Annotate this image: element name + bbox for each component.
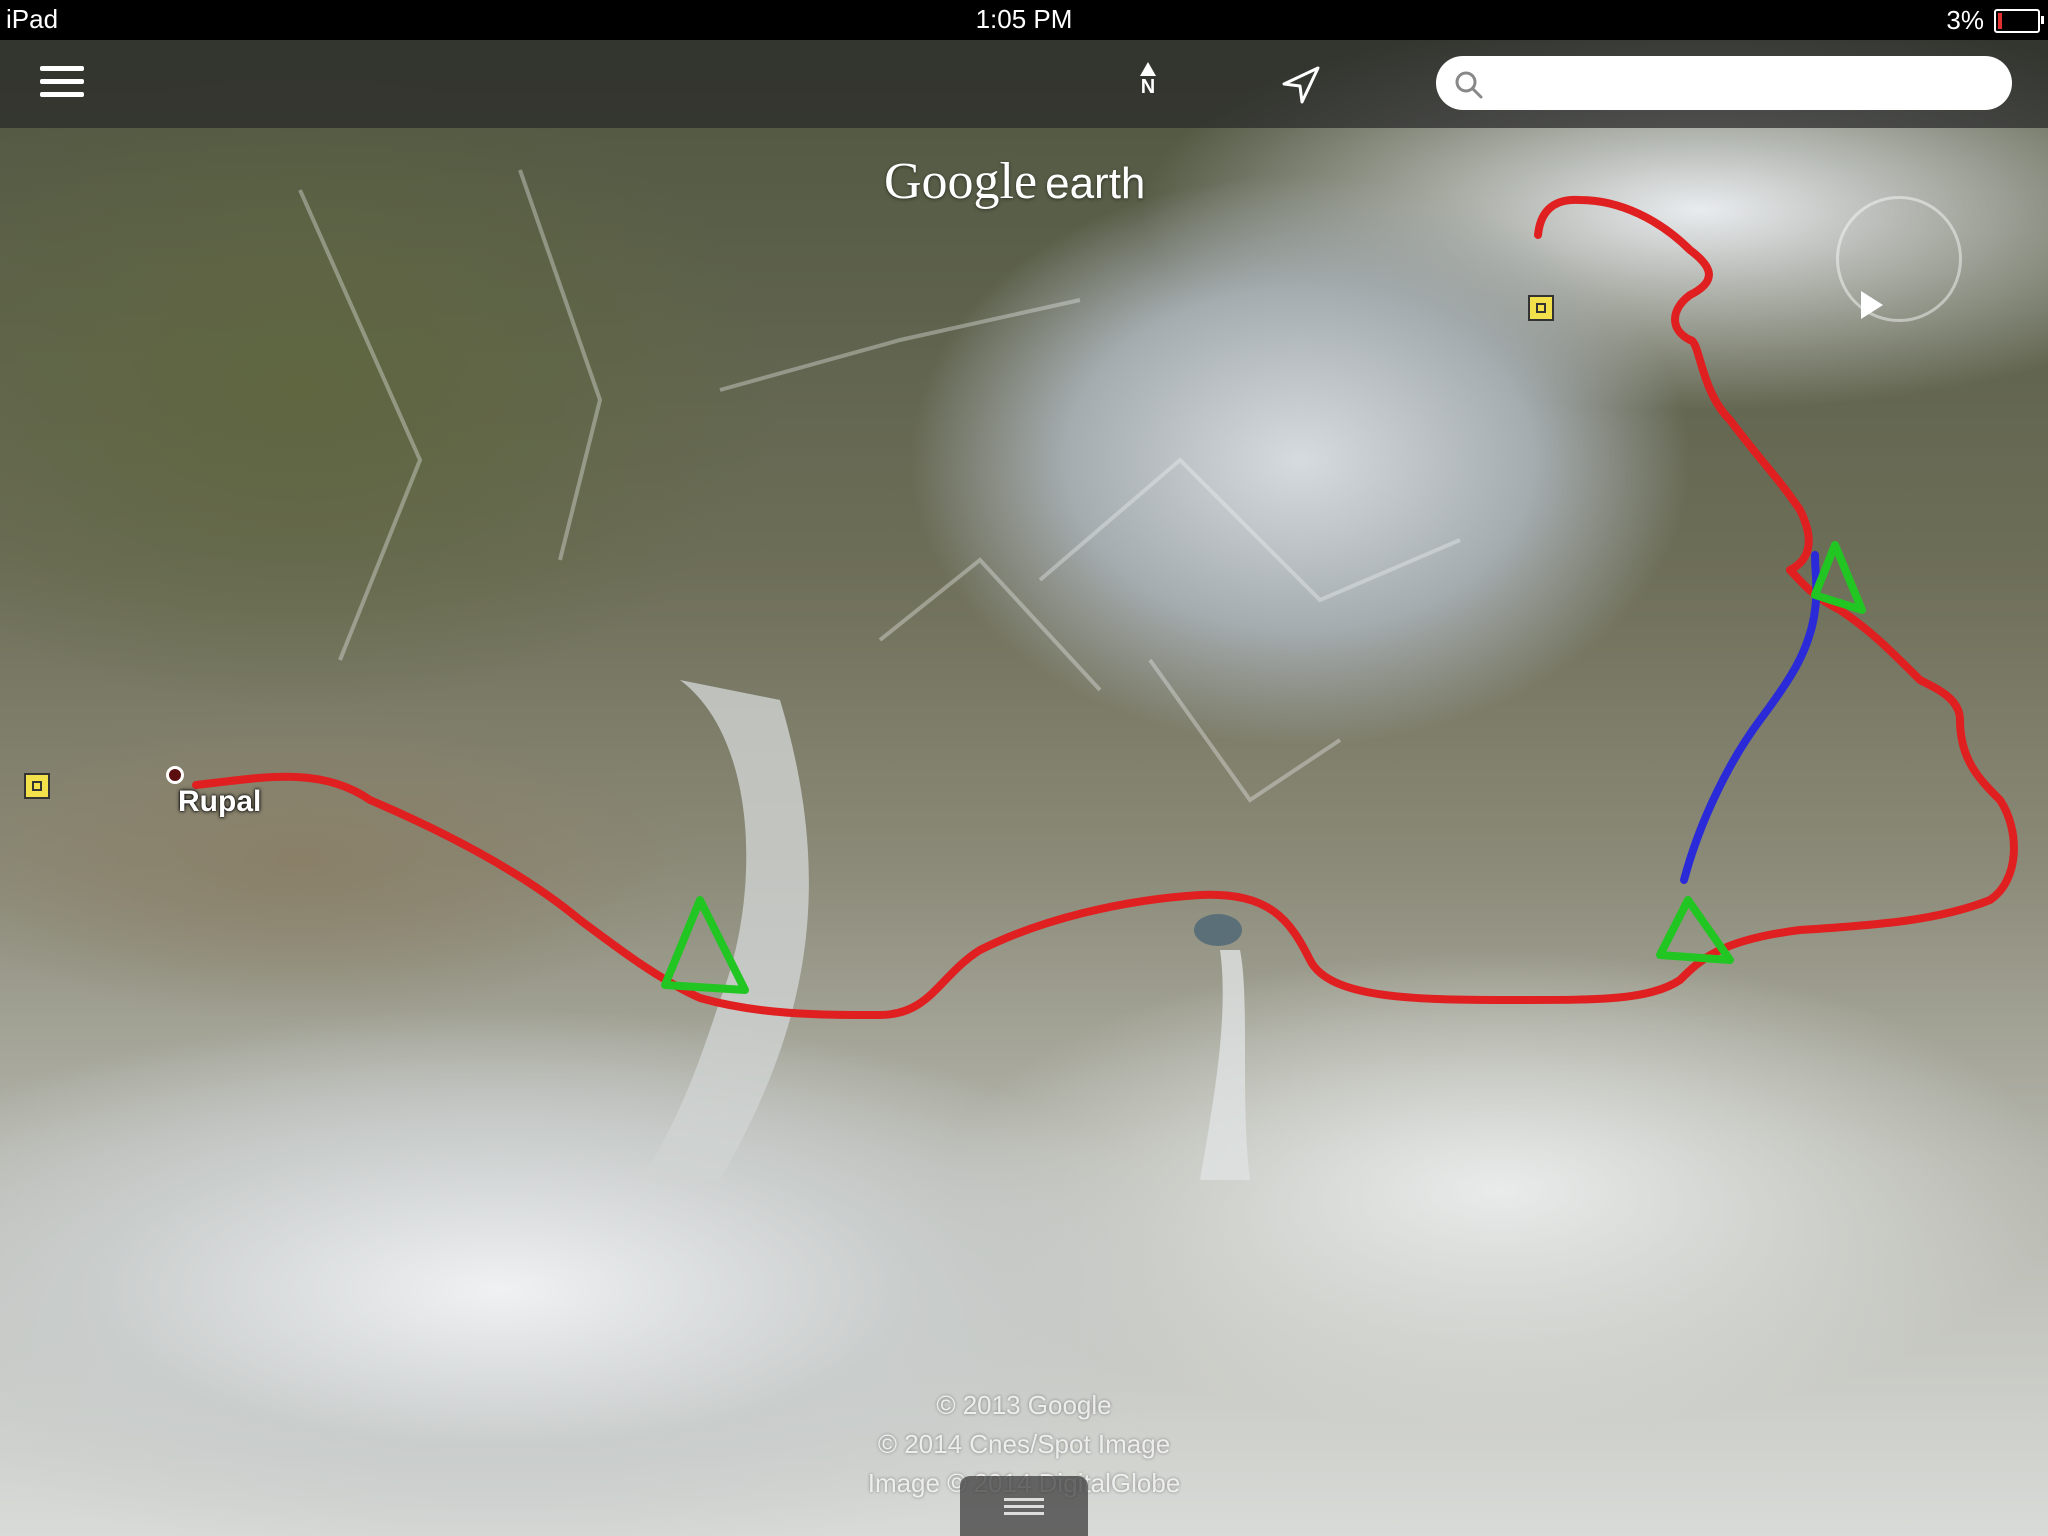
compass-north-button[interactable]: N (1128, 62, 1168, 112)
location-arrow-icon[interactable] (1278, 62, 1324, 108)
battery-percent: 3% (1946, 5, 1984, 35)
drawer-handle[interactable] (960, 1476, 1088, 1536)
search-input[interactable] (1436, 56, 2012, 110)
red-route-summit (1534, 195, 1813, 574)
compass-label: N (1140, 76, 1156, 98)
copyright-line-1: © 2013 Google (936, 1390, 1112, 1420)
lake (1194, 914, 1242, 946)
terrain-ridges (298, 169, 1461, 803)
battery-icon (1994, 9, 2044, 33)
north-arrow-icon (1140, 62, 1156, 76)
toolbar: N (0, 40, 2048, 128)
place-pin-icon[interactable] (166, 766, 184, 784)
clock: 1:05 PM (975, 4, 1073, 34)
logo-earth: earth (1045, 159, 1146, 208)
tilt-control[interactable] (1836, 196, 1962, 322)
placemark-icon-left[interactable] (24, 773, 50, 799)
camp-marker-2 (1656, 896, 1734, 964)
play-icon (1861, 291, 1883, 319)
placemark-icon-summit[interactable] (1528, 295, 1554, 321)
camp-marker-3 (1811, 541, 1866, 614)
glacier (640, 680, 809, 1180)
route-overlay (192, 169, 2018, 1180)
red-route (192, 566, 2018, 1020)
glacier-2 (1200, 950, 1250, 1180)
status-bar: iPad 1:05 PM 3% (0, 0, 2048, 40)
map-view[interactable] (0, 40, 2048, 1536)
place-label-rupal[interactable]: Rupal (178, 785, 261, 819)
blue-route (1680, 551, 1821, 884)
google-earth-logo: Google earth (884, 152, 1145, 211)
logo-google: Google (884, 153, 1038, 210)
hamburger-menu-icon[interactable] (40, 66, 84, 102)
copyright-line-2: © 2014 Cnes/Spot Image (877, 1429, 1171, 1459)
